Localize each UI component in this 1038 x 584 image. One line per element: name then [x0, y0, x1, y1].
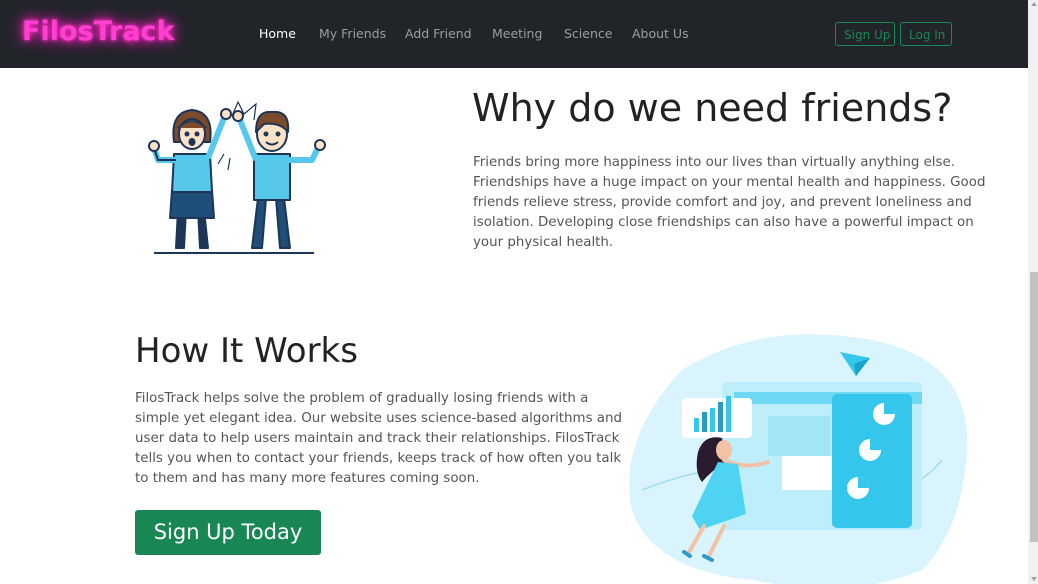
brand-logo[interactable]: FilosTrack	[22, 16, 175, 47]
nav-add-friend[interactable]: Add Friend	[405, 26, 472, 41]
scroll-down-arrow-icon[interactable]	[1031, 577, 1037, 581]
how-it-works-heading: How It Works	[135, 331, 358, 371]
scrollbar-thumb[interactable]	[1030, 272, 1038, 542]
nav-science[interactable]: Science	[564, 26, 612, 41]
nav-about-us[interactable]: About Us	[632, 26, 689, 41]
nav-home[interactable]: Home	[259, 26, 296, 41]
login-button[interactable]: Log In	[900, 22, 952, 46]
nav-meeting[interactable]: Meeting	[492, 26, 542, 41]
scroll-up-arrow-icon[interactable]	[1031, 2, 1037, 6]
why-friends-heading: Why do we need friends?	[472, 86, 953, 130]
navbar: FilosTrack Home My Friends Add Friend Me…	[0, 0, 1028, 68]
why-friends-paragraph: Friends bring more happiness into our li…	[473, 155, 986, 250]
signup-button[interactable]: Sign Up	[835, 22, 895, 46]
how-it-works-paragraph: FilosTrack helps solve the problem of gr…	[135, 391, 622, 486]
dashboard-woman-illustration	[629, 334, 968, 584]
nav-my-friends[interactable]: My Friends	[319, 26, 386, 41]
friends-high-five-illustration	[148, 100, 326, 254]
sign-up-today-button[interactable]: Sign Up Today	[135, 510, 321, 555]
